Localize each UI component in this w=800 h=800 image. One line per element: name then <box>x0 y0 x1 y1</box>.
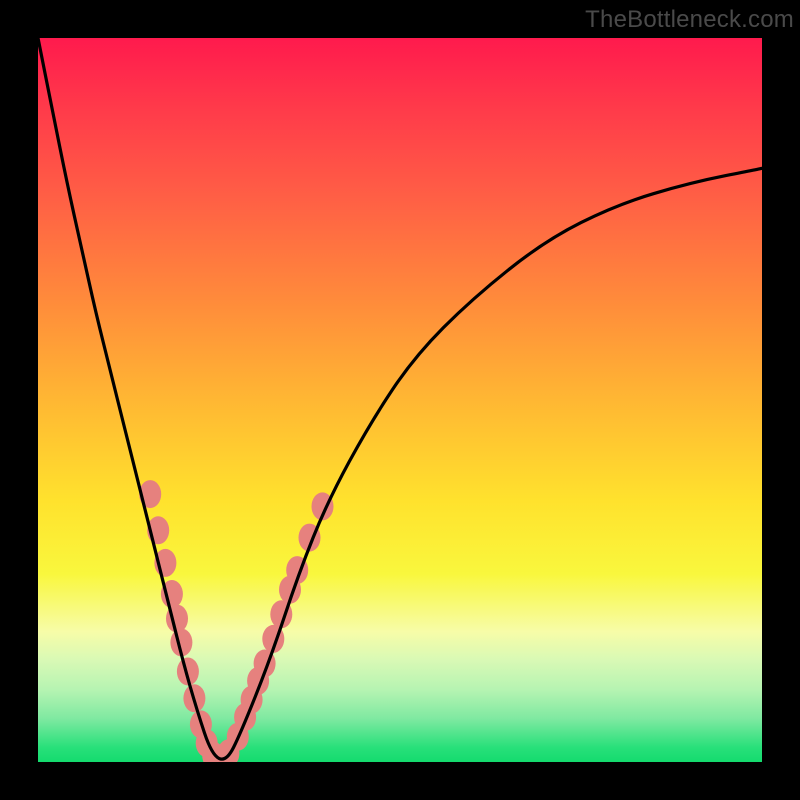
chart-overlay <box>38 38 762 762</box>
watermark-text: TheBottleneck.com <box>585 6 794 34</box>
plot-area <box>38 38 762 762</box>
bottleneck-curve <box>38 38 762 759</box>
chart-frame: TheBottleneck.com <box>0 0 800 800</box>
highlight-blob-layer <box>139 480 333 762</box>
